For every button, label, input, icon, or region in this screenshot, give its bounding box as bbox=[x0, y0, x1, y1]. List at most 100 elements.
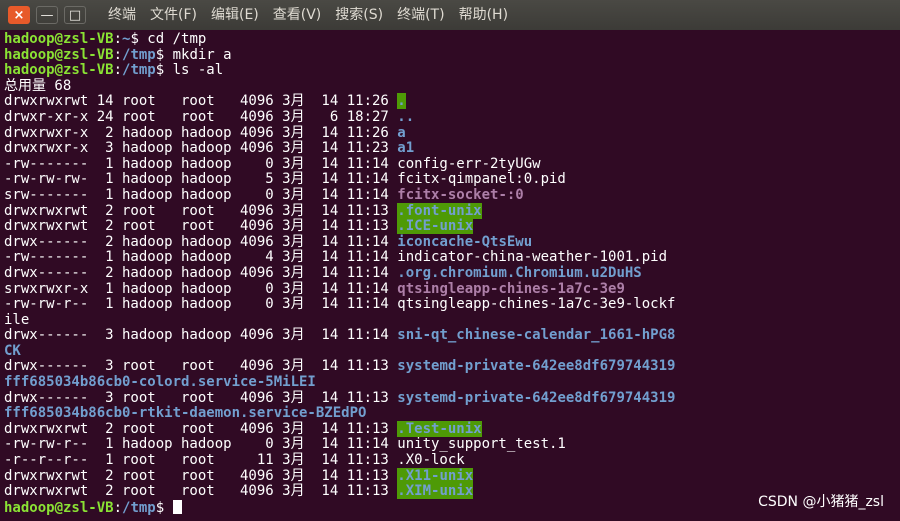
terminal-segment: drwxrwxrwt 2 root root 4096 3月 14 11:13 bbox=[4, 420, 398, 437]
terminal-segment: drwxr-xr-x 24 root root 4096 3月 6 18:27 bbox=[4, 108, 398, 125]
terminal-line: -rw-rw-r-- 1 hadoop hadoop 0 3月 14 11:14… bbox=[4, 296, 900, 313]
terminal-line: srw------- 1 hadoop hadoop 0 3月 14 11:14… bbox=[4, 186, 900, 204]
terminal-segment: drwx------ 2 hadoop hadoop 4096 3月 14 11… bbox=[4, 264, 398, 281]
terminal-segment: hadoop@zsl-VB bbox=[4, 499, 114, 516]
close-icon: × bbox=[13, 7, 25, 23]
terminal-segment: a1 bbox=[397, 140, 415, 157]
title-bar: × — □ 终端 文件(F) 编辑(E) 查看(V) 搜索(S) 终端(T) 帮… bbox=[0, 0, 900, 30]
terminal-segment: drwxrwxr-x 3 hadoop hadoop 4096 3月 14 11… bbox=[4, 140, 398, 157]
terminal-segment: drwx------ 3 root root 4096 3月 14 11:13 bbox=[4, 358, 398, 375]
terminal-segment: : bbox=[113, 46, 123, 63]
terminal-line: drwx------ 3 hadoop hadoop 4096 3月 14 11… bbox=[4, 327, 900, 344]
terminal-line: drwx------ 2 hadoop hadoop 4096 3月 14 11… bbox=[4, 233, 900, 251]
minimize-button[interactable]: — bbox=[36, 6, 58, 24]
terminal-segment: .ICE-unix bbox=[397, 218, 474, 235]
maximize-button[interactable]: □ bbox=[64, 6, 86, 24]
terminal-line: drwx------ 3 root root 4096 3月 14 11:13 … bbox=[4, 389, 900, 407]
terminal-segment: qtsingleapp-chines-1a7c-3e9 bbox=[397, 280, 625, 297]
terminal-segment: systemd-private-642ee8df679744319 bbox=[397, 389, 676, 406]
terminal-segment: .X11-unix bbox=[397, 467, 474, 484]
terminal-line: fff685034b86cb0-colord.service-5MiLEI bbox=[4, 374, 900, 391]
terminal-line: drwx------ 3 root root 4096 3月 14 11:13 … bbox=[4, 359, 900, 375]
terminal-window: × — □ 终端 文件(F) 编辑(E) 查看(V) 搜索(S) 终端(T) 帮… bbox=[0, 0, 900, 521]
terminal-segment: .. bbox=[397, 108, 415, 125]
terminal-line: hadoop@zsl-VB:/tmp$ ls -al bbox=[4, 62, 900, 79]
terminal-segment: $ mkdir a bbox=[155, 46, 232, 63]
terminal-line: drwxrwxrwt 2 root root 4096 3月 14 11:13 … bbox=[4, 467, 900, 485]
terminal-segment: /tmp bbox=[122, 62, 156, 79]
terminal-segment: : bbox=[113, 499, 123, 516]
terminal-segment: drwxrwxrwt 2 root root 4096 3月 14 11:13 bbox=[4, 202, 398, 219]
terminal-segment: $ ls -al bbox=[155, 62, 224, 79]
terminal-line: fff685034b86cb0-rtkit-daemon.service-BZE… bbox=[4, 405, 900, 422]
terminal-segment: srwxrwxr-x 1 hadoop hadoop 0 3月 14 11:14 bbox=[4, 280, 398, 297]
terminal-segment: .Test-unix bbox=[397, 420, 482, 437]
terminal-line: -rw------- 1 hadoop hadoop 4 3月 14 11:14… bbox=[4, 250, 900, 266]
terminal-line: drwxrwxr-x 3 hadoop hadoop 4096 3月 14 11… bbox=[4, 140, 900, 157]
terminal-segment: a bbox=[397, 124, 406, 141]
terminal-segment: drwxrwxrwt 14 root root 4096 3月 14 11:26 bbox=[4, 93, 398, 110]
terminal-line: -rw-rw-rw- 1 hadoop hadoop 5 3月 14 11:14… bbox=[4, 172, 900, 188]
terminal-line: -r--r--r-- 1 root root 11 3月 14 11:13 .X… bbox=[4, 452, 900, 469]
terminal-segment: CK bbox=[4, 342, 21, 359]
terminal-segment: hadoop@zsl-VB bbox=[4, 46, 114, 63]
terminal-segment: /tmp bbox=[122, 499, 156, 516]
menu-view[interactable]: 查看(V) bbox=[273, 0, 322, 30]
menu-bar: 终端 文件(F) 编辑(E) 查看(V) 搜索(S) 终端(T) 帮助(H) bbox=[108, 0, 522, 30]
terminal-segment: : bbox=[113, 62, 123, 79]
terminal-output[interactable]: hadoop@zsl-VB:~$ cd /tmp hadoop@zsl-VB:/t… bbox=[0, 30, 900, 521]
terminal-line: drwxr-xr-x 24 root root 4096 3月 6 18:27 … bbox=[4, 108, 900, 126]
terminal-line: hadoop@zsl-VB:/tmp$ mkdir a bbox=[4, 46, 900, 64]
terminal-line: drwxrwxrwt 2 root root 4096 3月 14 11:13 … bbox=[4, 218, 900, 235]
menu-terminal-app[interactable]: 终端 bbox=[108, 0, 136, 30]
terminal-segment: . bbox=[397, 93, 406, 110]
terminal-segment: -r--r--r-- 1 root root 11 3月 14 11:13 .X… bbox=[4, 452, 465, 469]
terminal-line: ile bbox=[4, 312, 900, 329]
terminal-segment: /tmp bbox=[122, 46, 156, 63]
menu-help[interactable]: 帮助(H) bbox=[459, 0, 508, 30]
terminal-segment: sni-qt_chinese-calendar_1661-hPG8 bbox=[397, 327, 676, 344]
terminal-segment: -rw------- 1 hadoop hadoop 0 3月 14 11:14… bbox=[4, 155, 541, 172]
terminal-segment: drwxrwxrwt 2 root root 4096 3月 14 11:13 bbox=[4, 218, 398, 235]
terminal-segment: .font-unix bbox=[397, 202, 482, 219]
maximize-icon: □ bbox=[68, 7, 82, 23]
menu-search[interactable]: 搜索(S) bbox=[335, 0, 383, 30]
terminal-segment: drwxrwxrwt 2 root root 4096 3月 14 11:13 bbox=[4, 483, 398, 500]
terminal-line: drwxrwxrwt 2 root root 4096 3月 14 11:13 … bbox=[4, 420, 900, 438]
terminal-line: srwxrwxr-x 1 hadoop hadoop 0 3月 14 11:14… bbox=[4, 280, 900, 298]
terminal-segment: hadoop@zsl-VB bbox=[4, 62, 114, 79]
terminal-segment: drwxrwxrwt 2 root root 4096 3月 14 11:13 bbox=[4, 467, 398, 484]
menu-terminal[interactable]: 终端(T) bbox=[397, 0, 444, 30]
terminal-segment: fff685034b86cb0-colord.service-5MiLEI bbox=[4, 374, 316, 391]
menu-file[interactable]: 文件(F) bbox=[150, 0, 197, 30]
watermark: CSDN @小猪猪_zsl bbox=[758, 494, 884, 510]
terminal-segment: : bbox=[113, 31, 123, 47]
terminal-segment: $ cd /tmp bbox=[130, 31, 207, 47]
terminal-segment: .org.chromium.Chromium.u2DuHS bbox=[397, 264, 642, 281]
terminal-segment: -rw-rw-r-- 1 hadoop hadoop 0 3月 14 11:14… bbox=[4, 436, 566, 453]
terminal-line: -rw------- 1 hadoop hadoop 0 3月 14 11:14… bbox=[4, 155, 900, 173]
text-cursor bbox=[172, 499, 182, 514]
terminal-segment: drwx------ 3 hadoop hadoop 4096 3月 14 11… bbox=[4, 327, 398, 344]
terminal-segment: hadoop@zsl-VB bbox=[4, 31, 114, 47]
terminal-segment: 总用量 68 bbox=[4, 77, 72, 94]
terminal-segment: -rw-rw-r-- 1 hadoop hadoop 0 3月 14 11:14… bbox=[4, 296, 676, 313]
terminal-segment: drwx------ 3 root root 4096 3月 14 11:13 bbox=[4, 389, 398, 406]
terminal-line: drwxrwxrwt 14 root root 4096 3月 14 11:26… bbox=[4, 93, 900, 110]
terminal-segment: .XIM-unix bbox=[397, 483, 474, 500]
terminal-line: drwxrwxr-x 2 hadoop hadoop 4096 3月 14 11… bbox=[4, 124, 900, 142]
close-button[interactable]: × bbox=[8, 6, 30, 24]
terminal-segment: systemd-private-642ee8df679744319 bbox=[397, 358, 676, 375]
terminal-line: drwxrwxrwt 2 root root 4096 3月 14 11:13 … bbox=[4, 202, 900, 220]
terminal-segment: $ bbox=[155, 499, 173, 516]
terminal-segment: iconcache-QtsEwu bbox=[397, 233, 533, 250]
terminal-segment: srw------- 1 hadoop hadoop 0 3月 14 11:14 bbox=[4, 186, 398, 203]
minimize-icon: — bbox=[40, 7, 54, 23]
terminal-segment: -rw-rw-rw- 1 hadoop hadoop 5 3月 14 11:14… bbox=[4, 171, 566, 188]
menu-edit[interactable]: 编辑(E) bbox=[211, 0, 259, 30]
terminal-line: hadoop@zsl-VB:~$ cd /tmp bbox=[4, 31, 900, 48]
terminal-line: CK bbox=[4, 342, 900, 360]
terminal-line: drwx------ 2 hadoop hadoop 4096 3月 14 11… bbox=[4, 264, 900, 282]
terminal-segment: drwxrwxr-x 2 hadoop hadoop 4096 3月 14 11… bbox=[4, 124, 398, 141]
terminal-segment: drwx------ 2 hadoop hadoop 4096 3月 14 11… bbox=[4, 233, 398, 250]
